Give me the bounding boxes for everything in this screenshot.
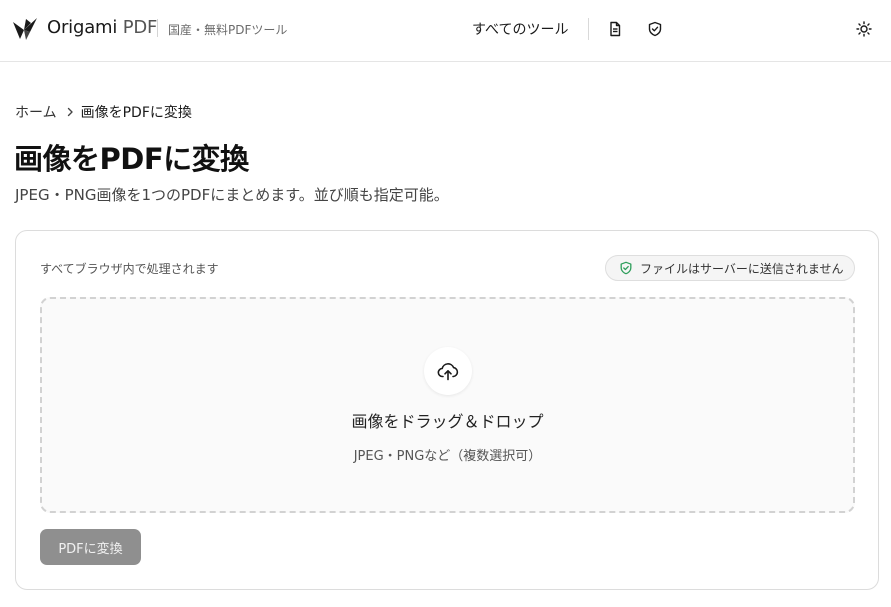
logo-name: Origami [47,17,118,38]
convert-to-pdf-button[interactable]: PDFに変換 [40,529,141,565]
logo-wordmark[interactable]: Origami PDF [47,17,157,38]
dropzone-subtitle: JPEG・PNGなど（複数選択可） [353,449,542,464]
app-header: Origami PDF 国産・無料PDFツール すべてのツール [0,0,891,62]
image-dropzone[interactable]: 画像をドラッグ＆ドロップ JPEG・PNGなど（複数選択可） [40,297,855,513]
upload-cloud-icon [424,347,472,395]
shield-check-icon[interactable] [646,20,664,38]
nav-all-tools-link[interactable]: すべてのツール [472,19,568,39]
origami-logo-icon[interactable] [12,16,38,42]
privacy-badge: ファイルはサーバーに送信されません [605,255,855,281]
page-title: 画像をPDFに変換 [14,142,249,176]
dropzone-title: 画像をドラッグ＆ドロップ [351,412,544,431]
tagline: 国産・無料PDFツール [168,23,288,37]
breadcrumb: ホーム 画像をPDFに変換 [15,102,192,122]
converter-card: すべてブラウザ内で処理されます ファイルはサーバーに送信されません 画像をドラッ… [15,230,879,590]
page-description: JPEG・PNG画像を1つのPDFにまとめます。並び順も指定可能。 [15,186,449,204]
breadcrumb-home-link[interactable]: ホーム [15,102,57,122]
document-icon[interactable] [606,20,624,38]
chevron-right-icon [65,107,75,117]
logo-divider [157,19,158,37]
processing-note: すべてブラウザ内で処理されます [40,262,219,276]
privacy-badge-text: ファイルはサーバーに送信されません [640,261,844,276]
nav-divider [588,18,589,40]
sun-icon[interactable] [855,20,873,38]
logo-suffix: PDF [122,17,158,38]
breadcrumb-current: 画像をPDFに変換 [80,105,192,121]
shield-check-icon [620,261,632,275]
